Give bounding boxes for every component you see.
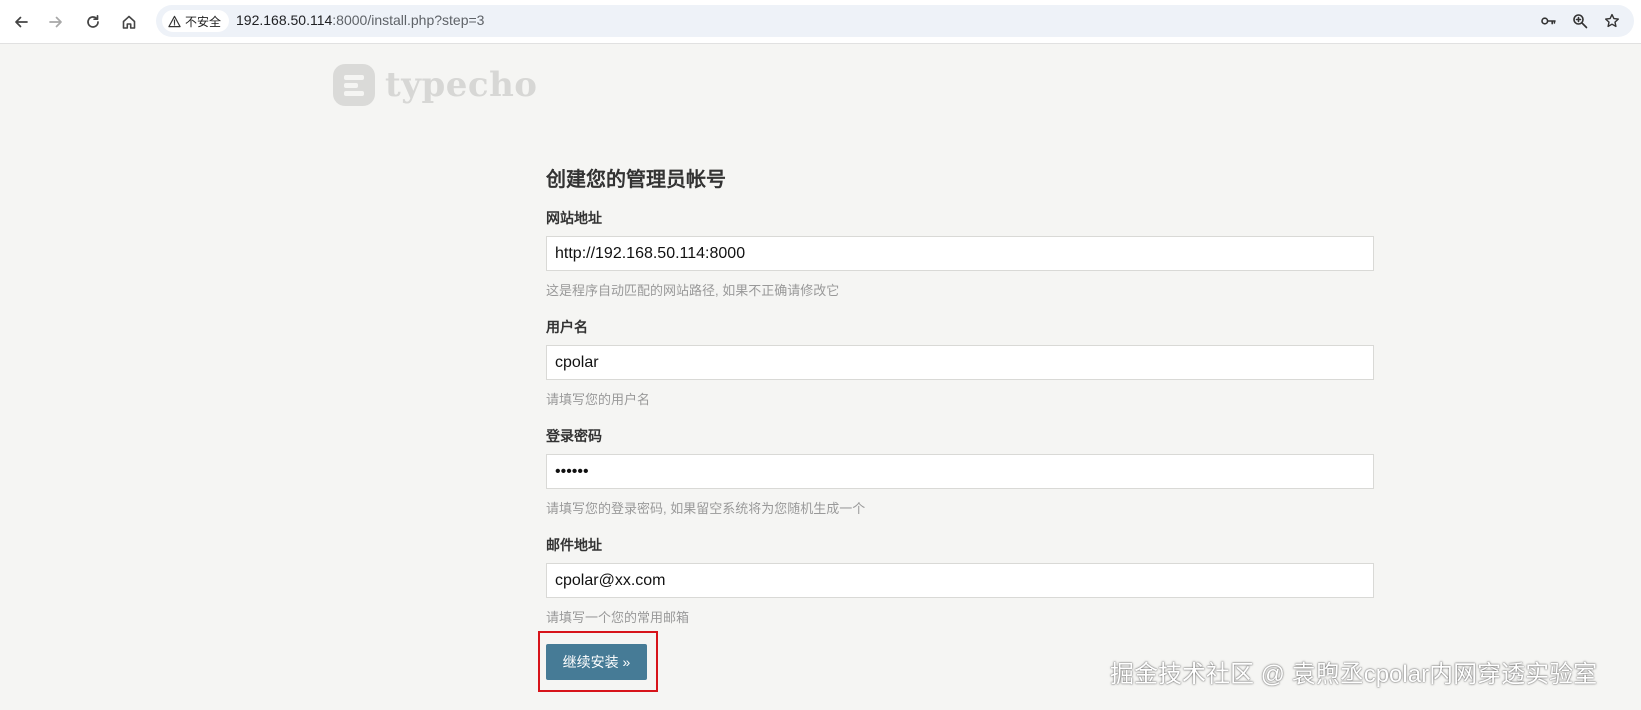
typecho-logo: typecho [333,64,537,106]
site-url-hint: 这是程序自动匹配的网站路径, 如果不正确请修改它 [546,283,840,298]
forward-arrow-icon[interactable] [43,9,69,35]
page-title: 创建您的管理员帐号 [546,169,726,191]
password-input[interactable] [546,454,1374,489]
reload-icon[interactable] [80,9,106,35]
url-host: 192.168.50.114 [236,12,333,28]
username-hint: 请填写您的用户名 [546,392,651,407]
browser-toolbar: 不安全 192.168.50.114:8000/install.php?step… [0,0,1641,44]
username-input[interactable] [546,345,1374,380]
home-icon[interactable] [116,9,142,35]
security-indicator[interactable]: 不安全 [162,10,230,32]
email-label: 邮件地址 [546,537,602,553]
bookmark-star-icon[interactable] [1602,11,1622,31]
url-text[interactable]: 192.168.50.114:8000/install.php?step=3 [236,12,484,28]
password-key-icon[interactable] [1538,11,1558,31]
password-hint: 请填写您的登录密码, 如果留空系统将为您随机生成一个 [546,501,866,516]
email-hint: 请填写一个您的常用邮箱 [546,610,690,625]
site-url-input[interactable] [546,236,1374,271]
site-url-label: 网站地址 [546,210,602,226]
watermark-text: 掘金技术社区 @ 袁煦丞cpolar内网穿透实验室 [1110,661,1598,688]
url-path: :8000/install.php?step=3 [332,12,485,28]
zoom-icon[interactable] [1570,11,1590,31]
password-label: 登录密码 [546,428,602,444]
email-input[interactable] [546,563,1374,598]
address-bar[interactable]: 不安全 192.168.50.114:8000/install.php?step… [156,5,1634,37]
typecho-logo-mark [333,64,375,106]
back-arrow-icon[interactable] [8,9,34,35]
continue-install-button[interactable]: 继续安装 » [546,644,647,680]
logo-text: typecho [385,65,538,105]
username-label: 用户名 [546,319,588,335]
warning-triangle-icon [168,15,181,27]
security-label: 不安全 [185,14,222,29]
